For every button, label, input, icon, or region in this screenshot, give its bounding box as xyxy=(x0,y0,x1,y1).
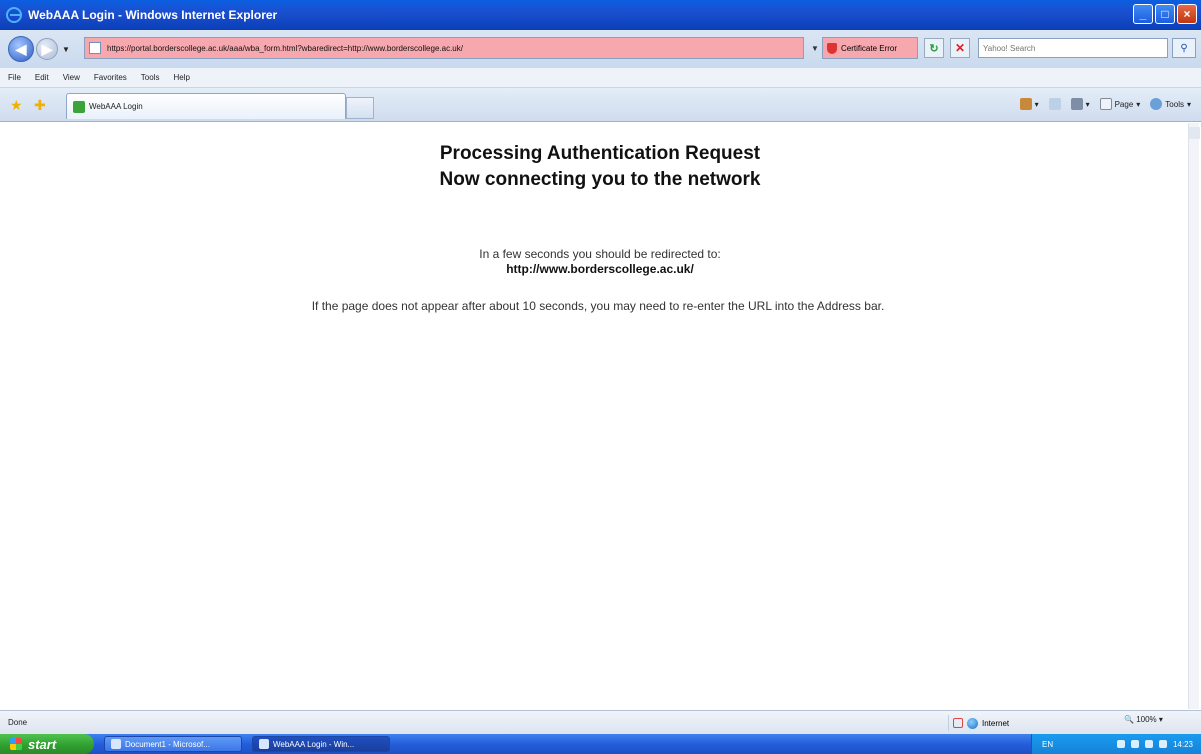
certificate-error-label: Certificate Error xyxy=(841,43,898,53)
address-dropdown-icon[interactable]: ▼ xyxy=(808,39,822,57)
menu-bar: File Edit View Favorites Tools Help xyxy=(0,68,1201,88)
new-tab-button[interactable] xyxy=(346,97,374,119)
favorites-star-icon[interactable]: ★ xyxy=(10,97,23,114)
tab-label: WebAAA Login xyxy=(89,102,143,111)
shield-icon xyxy=(827,42,837,54)
status-bar: Done Internet 🔍 100% ▾ xyxy=(0,710,1201,734)
forward-button[interactable]: ▶ xyxy=(36,38,58,60)
scroll-up-icon[interactable] xyxy=(1189,127,1200,139)
home-button[interactable]: ▾ xyxy=(1019,98,1039,110)
zoom-level[interactable]: 🔍 100% ▾ xyxy=(1124,715,1163,724)
feeds-button[interactable] xyxy=(1048,98,1061,110)
page-icon xyxy=(89,42,101,54)
start-label: start xyxy=(28,736,57,752)
menu-help[interactable]: Help xyxy=(173,73,189,82)
protected-mode-icon xyxy=(953,718,963,728)
command-bar: ▾ ▾ Page ▾ Tools ▾ xyxy=(1019,98,1191,110)
minimize-button[interactable]: _ xyxy=(1133,4,1153,24)
window-title: WebAAA Login - Windows Internet Explorer xyxy=(28,8,278,22)
taskbar-item-ie[interactable]: WebAAA Login - Win... xyxy=(252,736,390,752)
page-content xyxy=(8,123,1188,709)
page-subheading: Now connecting you to the network xyxy=(439,169,761,190)
certificate-error-button[interactable]: Certificate Error xyxy=(822,37,918,59)
window-controls: _ □ × xyxy=(1133,4,1197,24)
address-url[interactable]: https://portal.borderscollege.ac.uk/aaa/… xyxy=(107,44,463,53)
page-icon xyxy=(1099,98,1112,110)
ie-icon xyxy=(6,7,22,23)
title-bar: WebAAA Login - Windows Internet Explorer… xyxy=(0,0,1201,30)
feeds-icon xyxy=(1048,98,1061,110)
add-favorite-icon[interactable]: ✚ xyxy=(34,97,46,114)
close-button[interactable]: × xyxy=(1177,4,1197,24)
gear-icon xyxy=(1150,98,1163,110)
tab-favicon-icon xyxy=(73,100,85,113)
tools-menu[interactable]: Tools ▾ xyxy=(1150,98,1191,110)
system-tray: EN 14:23 xyxy=(1031,734,1201,754)
word-icon xyxy=(111,739,121,749)
menu-tools[interactable]: Tools xyxy=(141,73,160,82)
clock[interactable]: 14:23 xyxy=(1173,740,1193,749)
refresh-button[interactable]: ↻ xyxy=(924,38,944,58)
tray-icon[interactable] xyxy=(1116,740,1125,748)
page-menu-label: Page xyxy=(1114,99,1134,109)
tab-webaaa-login[interactable]: WebAAA Login xyxy=(66,93,346,119)
taskbar-item-label: Document1 - Microsof... xyxy=(125,739,210,749)
ie-icon xyxy=(259,739,269,749)
print-button[interactable]: ▾ xyxy=(1070,98,1090,110)
page-heading: Processing Authentication Request xyxy=(439,143,761,164)
home-icon xyxy=(1019,98,1032,110)
print-icon xyxy=(1070,98,1083,110)
menu-file[interactable]: File xyxy=(8,73,21,82)
maximize-button[interactable]: □ xyxy=(1155,4,1175,24)
start-button[interactable]: start xyxy=(0,734,94,754)
history-dropdown-icon[interactable]: ▼ xyxy=(62,45,70,54)
redirect-message: In a few seconds you should be redirecte… xyxy=(479,247,721,261)
address-bar[interactable]: https://portal.borderscollege.ac.uk/aaa/… xyxy=(84,37,804,59)
security-zone[interactable]: Internet xyxy=(948,715,1108,731)
menu-edit[interactable]: Edit xyxy=(35,73,49,82)
status-text: Done xyxy=(8,718,28,727)
page-menu[interactable]: Page ▾ xyxy=(1099,98,1140,110)
tab-toolbar: ★ ✚ WebAAA Login ▾ ▾ Page ▾ Tools ▾ xyxy=(0,88,1201,122)
tray-icon[interactable] xyxy=(1130,740,1139,748)
taskbar-item-word[interactable]: Document1 - Microsof... xyxy=(104,736,242,752)
taskbar: start Document1 - Microsof... WebAAA Log… xyxy=(0,734,1201,754)
tray-icon[interactable] xyxy=(1158,740,1167,748)
zoom-value: 100% xyxy=(1136,715,1157,724)
globe-icon xyxy=(967,717,978,729)
menu-favorites[interactable]: Favorites xyxy=(94,73,127,82)
language-indicator[interactable]: EN xyxy=(1042,740,1053,749)
stop-button[interactable]: ✕ xyxy=(950,38,970,58)
search-input[interactable] xyxy=(978,38,1168,58)
zone-label: Internet xyxy=(982,718,1010,728)
back-button[interactable]: ◀ xyxy=(8,36,34,62)
tray-icon[interactable] xyxy=(1144,740,1153,748)
redirect-url: http://www.borderscollege.ac.uk/ xyxy=(506,262,694,276)
redirect-note: If the page does not appear after about … xyxy=(311,299,885,313)
menu-view[interactable]: View xyxy=(63,73,80,82)
vertical-scrollbar[interactable] xyxy=(1188,123,1200,709)
taskbar-item-label: WebAAA Login - Win... xyxy=(273,739,355,749)
tools-menu-label: Tools xyxy=(1165,99,1184,109)
search-button[interactable]: ⚲ xyxy=(1172,38,1196,58)
windows-flag-icon xyxy=(10,738,22,750)
address-toolbar: ◀ ▶ ▼ https://portal.borderscollege.ac.u… xyxy=(0,30,1201,68)
